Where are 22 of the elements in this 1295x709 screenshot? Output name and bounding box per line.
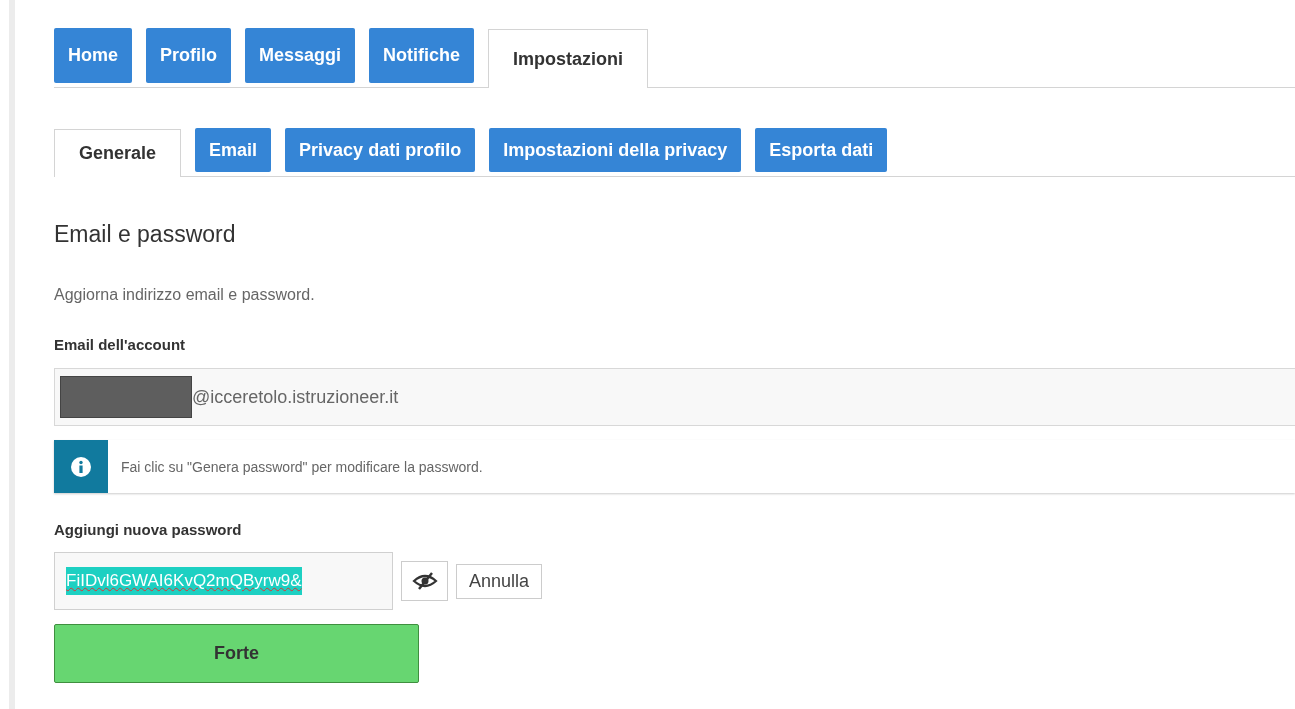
info-message: Fai clic su "Genera password" per modificare la password. bbox=[120, 457, 483, 477]
settings-tab[interactable]: Esporta dati bbox=[755, 128, 888, 172]
info-icon bbox=[71, 456, 91, 477]
nav-tab[interactable]: Notifiche bbox=[369, 28, 475, 83]
field-label: Aggiungi nuova password bbox=[54, 521, 243, 538]
cancel-button[interactable]: Annulla bbox=[456, 563, 543, 599]
nav-tab[interactable]: Impostazioni bbox=[488, 29, 649, 88]
section-title: Email e password bbox=[54, 221, 237, 248]
field-label: Email dell'account bbox=[54, 336, 187, 353]
nav-tab[interactable]: Messaggi bbox=[245, 28, 356, 83]
settings-tab[interactable]: Email bbox=[195, 128, 272, 172]
section-description: Aggiorna indirizzo email e password. bbox=[54, 286, 316, 304]
nav-tab[interactable]: Home bbox=[54, 28, 132, 83]
nav-tab[interactable]: Profilo bbox=[146, 28, 231, 83]
show-password-button[interactable] bbox=[401, 561, 448, 601]
email-field[interactable]: @icceretolo.istruzioneer.it bbox=[54, 368, 1295, 426]
password-strength-bar: Forte bbox=[54, 624, 419, 683]
password-field[interactable]: FiIDvl6GWAI6KvQ2mQByrw9& bbox=[54, 552, 393, 610]
settings-tab[interactable]: Impostazioni della privacy bbox=[489, 128, 742, 172]
settings-tab[interactable]: Generale bbox=[54, 129, 182, 177]
settings-tab[interactable]: Privacy dati profilo bbox=[285, 128, 476, 172]
eye-slash-icon bbox=[411, 571, 438, 591]
